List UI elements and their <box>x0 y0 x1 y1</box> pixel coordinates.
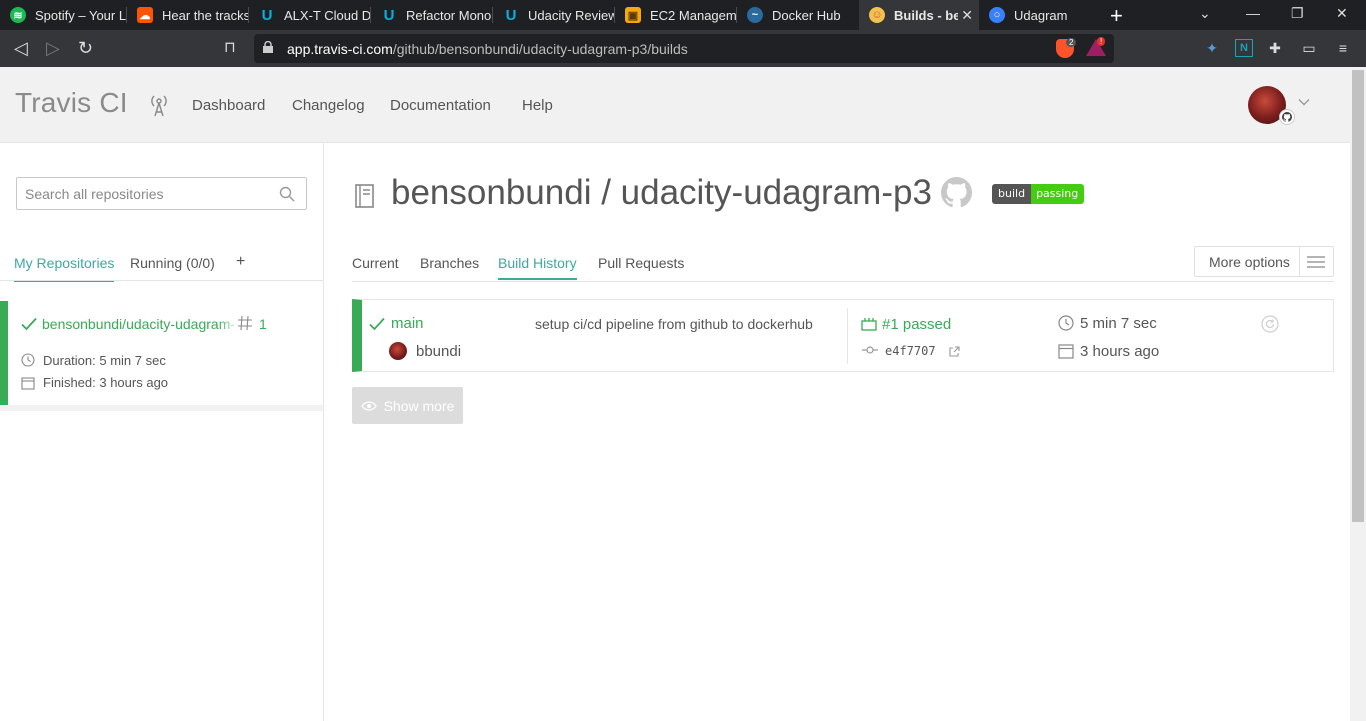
commit-icon <box>862 346 878 354</box>
close-window-icon[interactable]: ✕ <box>1336 5 1348 22</box>
tab-current[interactable]: Current <box>352 255 399 278</box>
browser-tab[interactable]: U Udacity Reviews <box>493 0 615 30</box>
browser-tab[interactable]: ○ Udagram <box>979 0 1099 30</box>
back-icon[interactable]: ◁ <box>14 38 28 58</box>
close-tab-icon[interactable]: ✕ <box>961 7 973 24</box>
badge-status: passing <box>1031 184 1085 204</box>
add-repository-button[interactable]: + <box>236 253 245 280</box>
passed-check-icon <box>369 317 385 331</box>
clock-icon <box>1058 315 1074 331</box>
build-duration: 5 min 7 sec <box>1080 315 1157 332</box>
more-options-label: More options <box>1209 253 1290 270</box>
browser-tab[interactable]: ▣ EC2 Manageme <box>615 0 737 30</box>
lock-icon <box>263 41 273 53</box>
address-bar[interactable]: app.travis-ci.com/github/bensonbundi/uda… <box>254 34 1114 63</box>
build-status-badge[interactable]: build passing <box>992 184 1085 204</box>
repositories-sidebar: My Repositories Running (0/0) + bensonbu… <box>0 143 324 721</box>
repository-card[interactable]: bensonbundi/udacity-udagram-p3 1 Duratio… <box>0 301 323 405</box>
reload-icon[interactable]: ↻ <box>78 38 93 58</box>
spotify-icon: ≋ <box>10 7 26 23</box>
badge-label: build <box>992 184 1032 204</box>
udacity-icon: U <box>261 6 273 24</box>
hash-icon <box>238 315 252 331</box>
github-icon[interactable] <box>941 177 972 208</box>
chevron-down-icon[interactable] <box>1298 96 1310 108</box>
author-avatar <box>389 342 407 360</box>
nav-dashboard[interactable]: Dashboard <box>192 97 265 114</box>
external-link-icon[interactable] <box>949 346 960 357</box>
build-status-icon <box>861 318 877 331</box>
commit-sha-link[interactable]: e4f7707 <box>885 344 936 358</box>
travis-logo[interactable]: Travis CI <box>15 87 128 119</box>
browser-tab-bar: ≋ Spotify – Your Li ☁ Hear the tracks y … <box>0 0 1366 30</box>
restart-build-icon[interactable] <box>1261 315 1279 333</box>
browser-tab[interactable]: U ALX-T Cloud De <box>249 0 371 30</box>
calendar-icon <box>21 377 35 390</box>
tab-divider <box>0 280 323 281</box>
nav-changelog[interactable]: Changelog <box>292 97 365 114</box>
minimize-icon[interactable]: — <box>1246 5 1260 21</box>
browser-tab[interactable]: ~ Docker Hub <box>737 0 859 30</box>
build-number-link[interactable]: 1 <box>259 316 267 332</box>
extensions-puzzle-icon[interactable]: ✚ <box>1266 39 1284 57</box>
calendar-icon <box>1058 344 1074 359</box>
tab-build-history[interactable]: Build History <box>498 255 577 280</box>
finished-text: Finished: 3 hours ago <box>43 375 169 390</box>
show-more-button[interactable]: Show more <box>352 387 463 424</box>
wallet-icon[interactable]: ▭ <box>1300 39 1318 57</box>
tab-branches[interactable]: Branches <box>420 255 479 278</box>
udagram-icon: ○ <box>989 7 1005 23</box>
udacity-icon: U <box>505 6 517 24</box>
rewards-badge: ! <box>1097 37 1106 46</box>
tab-pull-requests[interactable]: Pull Requests <box>598 255 684 278</box>
udacity-icon: U <box>383 6 395 24</box>
tab-divider <box>352 281 1334 282</box>
docker-icon: ~ <box>747 7 763 23</box>
tab-my-repositories[interactable]: My Repositories <box>14 255 115 282</box>
clock-icon <box>21 353 35 367</box>
github-small-icon <box>1279 109 1295 125</box>
soundcloud-icon: ☁ <box>137 7 153 23</box>
build-status-link[interactable]: #1 passed <box>882 316 951 333</box>
bookmark-icon[interactable]: ⊓ <box>224 38 236 58</box>
duration-text: Duration: 5 min 7 sec <box>43 353 166 368</box>
browser-tab-active[interactable]: ☺ Builds - ben ✕ <box>859 0 979 30</box>
build-history-row[interactable]: main bbundi setup ci/cd pipeline from gi… <box>352 299 1334 372</box>
repository-name-link[interactable]: bensonbundi/udacity-udagram-p3 <box>42 316 234 332</box>
page-title: bensonbundi / udacity-udagram-p3 <box>391 173 932 212</box>
new-tab-button[interactable]: + <box>1110 3 1123 29</box>
browser-toolbar: ◁ ▷ ↻ ⊓ app.travis-ci.com/github/bensonb… <box>0 30 1366 67</box>
restore-icon[interactable]: ❐ <box>1291 5 1304 22</box>
forward-icon[interactable]: ▷ <box>46 38 60 58</box>
travis-icon: ☺ <box>869 7 885 23</box>
passed-check-icon <box>21 317 37 331</box>
broadcast-tower-icon[interactable] <box>149 93 169 117</box>
scrollbar-thumb[interactable] <box>1352 70 1364 522</box>
commit-message: setup ci/cd pipeline from github to dock… <box>535 316 813 332</box>
nav-help[interactable]: Help <box>522 97 553 114</box>
travis-header: Travis CI Dashboard Changelog Documentat… <box>0 67 1350 143</box>
more-options-button[interactable]: More options <box>1194 246 1334 277</box>
repo-book-icon <box>355 184 374 208</box>
eye-icon <box>360 400 377 411</box>
aws-icon: ▣ <box>625 7 641 23</box>
nav-documentation[interactable]: Documentation <box>390 97 491 114</box>
branch-link[interactable]: main <box>391 315 424 332</box>
browser-tab[interactable]: U Refactor Monoli <box>371 0 493 30</box>
url-text: app.travis-ci.com/github/bensonbundi/uda… <box>287 41 688 57</box>
build-finished: 3 hours ago <box>1080 343 1160 360</box>
show-more-label: Show more <box>383 397 455 414</box>
extension-icon[interactable]: ✦ <box>1203 39 1221 57</box>
browser-tab[interactable]: ☁ Hear the tracks y <box>127 0 249 30</box>
author-name: bbundi <box>416 343 462 360</box>
tab-running[interactable]: Running (0/0) <box>130 255 215 280</box>
shields-count-badge: 2 <box>1066 38 1077 47</box>
search-icon[interactable] <box>279 186 295 202</box>
search-input[interactable] <box>16 177 307 210</box>
extension-n-icon[interactable]: N <box>1235 39 1253 57</box>
browser-menu-icon[interactable]: ≡ <box>1334 39 1352 57</box>
hamburger-menu-icon[interactable] <box>1300 255 1333 268</box>
tab-search-icon[interactable]: ⌄ <box>1199 5 1211 22</box>
browser-tab[interactable]: ≋ Spotify – Your Li <box>0 0 127 30</box>
